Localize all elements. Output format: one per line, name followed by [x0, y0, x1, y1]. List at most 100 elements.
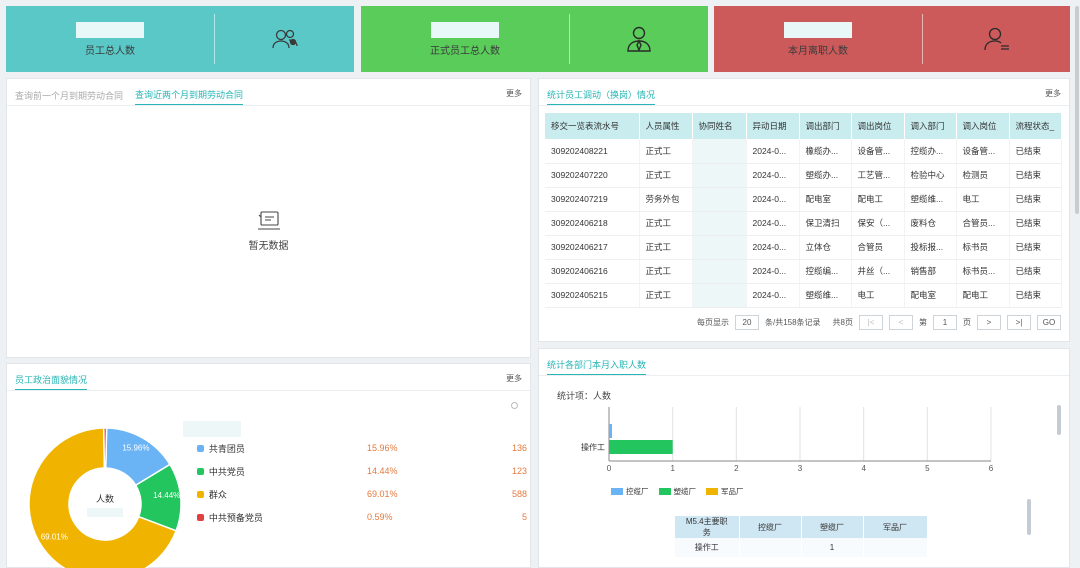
- table-row[interactable]: 309202407219 劳务外包 2024-0... 配电室 配电工 塑缆维... 电工已…: [545, 187, 1062, 212]
- tab-two-months[interactable]: 查询近两个月到期劳动合同: [135, 88, 244, 105]
- bar[interactable]: [609, 424, 612, 438]
- table-cell: 已结束: [1009, 163, 1062, 188]
- column-header[interactable]: 流程状态_: [1009, 113, 1062, 139]
- table-cell: 正式工: [639, 139, 693, 164]
- transfer-panel: 统计员工调动（换岗）情况 更多 移交一览表流水号 人员属性 协同姓名 异动日期 …: [538, 78, 1070, 342]
- column-header[interactable]: 塑缆厂: [801, 516, 864, 538]
- legend-item[interactable]: 军品厂: [706, 486, 744, 497]
- table-row: 操作工 1: [675, 538, 928, 557]
- table-cell: [692, 187, 747, 212]
- x-tick-label: 6: [989, 464, 994, 473]
- more-link[interactable]: 更多: [506, 88, 522, 99]
- table-row[interactable]: 309202407220 正式工 2024-0... 塑缆办... 工艺管... 检验中心…: [545, 163, 1062, 188]
- chart-scrollbar[interactable]: [1057, 405, 1061, 435]
- column-header[interactable]: 人员属性: [639, 113, 693, 139]
- dept-onboarding-panel: 统计各部门本月入职人数 统计项：人数 0 1 2 3 4 5 6 操作工 控缆厂 塑缆厂 军品厂 …: [538, 348, 1070, 568]
- legend-item[interactable]: 中共预备党员 0.59% 5: [197, 510, 527, 524]
- column-header[interactable]: 移交一览表流水号: [545, 113, 640, 139]
- panel-header: 统计各部门本月入职人数: [539, 349, 1069, 375]
- legend-item[interactable]: 中共党员 14.44% 123: [197, 464, 527, 478]
- table-cell: 309202406217: [545, 235, 640, 260]
- table-cell: 配电室: [799, 187, 852, 212]
- column-header[interactable]: 协同姓名: [692, 113, 747, 139]
- table-cell: 橡缆办...: [799, 139, 852, 164]
- bar-legend: 控缆厂 塑缆厂 军品厂: [611, 486, 744, 497]
- per-page-input[interactable]: 20: [734, 315, 759, 330]
- column-header[interactable]: 调出部门: [799, 113, 852, 139]
- legend-item[interactable]: 群众 69.01% 588: [197, 487, 527, 501]
- table-row[interactable]: 309202406218 正式工 2024-0... 保卫清扫 保安（... 废料仓 合管员…: [545, 211, 1062, 236]
- pie-slice[interactable]: [103, 427, 108, 469]
- pagination: 每页显示 20 条/共158条记录 共8页 |< < 第 1 页 > >| GO: [539, 315, 1061, 330]
- column-header[interactable]: M5.4主要职务: [675, 516, 740, 538]
- table-cell: [692, 163, 747, 188]
- x-tick-label: 4: [861, 464, 866, 473]
- table-cell: 2024-0...: [746, 235, 800, 260]
- table-cell: 已结束: [1009, 187, 1062, 212]
- legend-header-masked: [183, 421, 241, 437]
- table-cell: 已结束: [1009, 235, 1062, 260]
- table-cell: 废料仓: [904, 211, 957, 236]
- table-row[interactable]: 309202406216 正式工 2024-0... 控缆编... 井丝（... 销售部标…: [545, 259, 1062, 284]
- table-cell: 已结束: [1009, 283, 1062, 308]
- legend-item[interactable]: 控缆厂: [611, 486, 649, 497]
- table-cell: 控缆办...: [904, 139, 957, 164]
- table-cell: [863, 538, 928, 557]
- divider: [539, 375, 1069, 376]
- last-page-button[interactable]: >|: [1007, 315, 1031, 330]
- table-row[interactable]: 309202405215 正式工 2024-0... 塑缆维... 电工 配电室 配电工 已结…: [545, 283, 1062, 308]
- political-donut-chart: 15.96% 14.44% 69.01% 人数: [28, 427, 182, 568]
- column-header[interactable]: 控缆厂: [739, 516, 802, 538]
- table-cell: 正式工: [639, 235, 693, 260]
- legend-item[interactable]: 塑缆厂: [658, 486, 696, 497]
- dept-pivot-table: M5.4主要职务 控缆厂 塑缆厂 军品厂 操作工 1: [675, 516, 928, 557]
- stat-value-masked: [431, 21, 499, 38]
- legend-percent: 69.01%: [366, 489, 398, 499]
- prev-page-button[interactable]: <: [889, 315, 913, 330]
- table-cell: 正式工: [639, 163, 693, 188]
- empty-state: 暂无数据: [7, 209, 530, 252]
- legend-name: 群众: [208, 489, 227, 500]
- table-row[interactable]: 309202406217 正式工 2024-0... 立体仓 合管员 投标报... 标书员已…: [545, 235, 1062, 260]
- go-button[interactable]: GO: [1037, 315, 1061, 330]
- more-link[interactable]: 更多: [506, 373, 522, 384]
- column-header[interactable]: 调入岗位: [956, 113, 1010, 139]
- stat-card-formal-staff[interactable]: 正式员工总人数: [361, 6, 708, 72]
- panel-title: 统计员工调动（换岗）情况: [547, 88, 656, 105]
- table-cell: 正式工: [639, 211, 693, 236]
- column-header[interactable]: 调入部门: [904, 113, 957, 139]
- table-cell: 设备管...: [851, 139, 905, 164]
- info-icon[interactable]: [511, 402, 518, 409]
- column-header[interactable]: 军品厂: [863, 516, 928, 538]
- page-input[interactable]: 1: [933, 315, 957, 330]
- page-scrollbar[interactable]: [1075, 6, 1079, 214]
- table-cell: 已结束: [1009, 139, 1062, 164]
- table-cell: [692, 211, 747, 236]
- stat-card-total-staff[interactable]: 员工总人数: [6, 6, 354, 72]
- table-cell: 工艺管...: [851, 163, 905, 188]
- table-scrollbar[interactable]: [1027, 499, 1031, 535]
- table-cell: 正式工: [639, 259, 693, 284]
- table-cell: 2024-0...: [746, 139, 800, 164]
- legend-item[interactable]: 共青团员 15.96% 136: [197, 441, 527, 455]
- column-header[interactable]: 调出岗位: [851, 113, 905, 139]
- stat-value-masked: [76, 21, 144, 38]
- table-row[interactable]: 309202408221 正式工 2024-0... 橡缆办... 设备管... 控缆办.…: [545, 139, 1062, 164]
- donut-center-label: 人数: [96, 493, 114, 504]
- first-page-button[interactable]: |<: [859, 315, 883, 330]
- stat-card-monthly-leavers[interactable]: 本月离职人数: [714, 6, 1070, 72]
- tab-one-month[interactable]: 查询前一个月到期劳动合同: [15, 89, 123, 105]
- legend-name: 中共预备党员: [208, 512, 263, 523]
- table-cell: 控缆编...: [799, 259, 852, 284]
- table-cell: 销售部: [904, 259, 957, 284]
- x-tick-label: 0: [607, 464, 612, 473]
- bar[interactable]: [609, 440, 673, 454]
- column-header[interactable]: 异动日期: [746, 113, 800, 139]
- legend-swatch: [658, 488, 671, 495]
- table-cell: [692, 259, 747, 284]
- employee-icon: [627, 26, 651, 52]
- legend-swatch: [706, 488, 718, 495]
- more-link[interactable]: 更多: [1045, 88, 1061, 99]
- next-page-button[interactable]: >: [977, 315, 1001, 330]
- table-cell: 已结束: [1009, 259, 1062, 284]
